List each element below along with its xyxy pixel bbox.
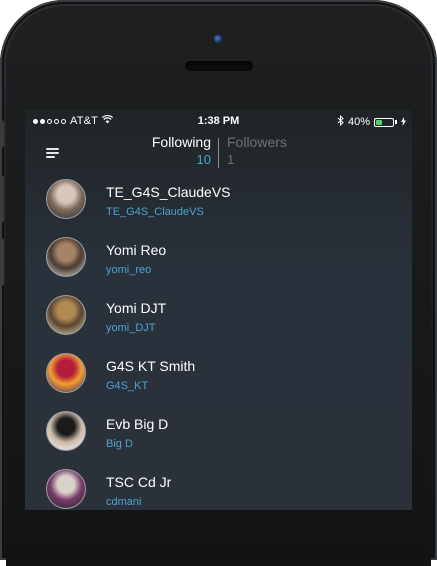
avatar[interactable] [46,179,86,219]
followers-count: 1 [227,152,235,167]
user-name: Evb Big D [106,416,169,432]
user-name: Yomi DJT [106,300,167,316]
user-handle: G4S_KT [106,380,149,392]
tab-followers[interactable]: Followers 1 [227,134,287,167]
volume-down-button [0,238,4,286]
nav-bar: Following 10 Followers 1 [25,132,412,170]
following-count: 10 [196,152,211,167]
avatar[interactable] [46,237,86,277]
list-item[interactable]: G4S KT Smith G4S_KT [25,345,412,403]
status-bar: AT&T 1:38 PM 40% [25,110,412,132]
battery-icon [374,117,394,127]
avatar-image [47,354,85,392]
list-item[interactable]: TE_G4S_ClaudeVS TE_G4S_ClaudeVS [25,171,412,229]
avatar-image [47,296,85,334]
volume-up-button [0,175,4,223]
list-item[interactable]: Yomi Reo yomi_reo [25,229,412,287]
list-item[interactable]: Yomi DJT yomi_DJT [25,287,412,345]
following-list: TE_G4S_ClaudeVS TE_G4S_ClaudeVS Yomi Reo… [25,171,412,510]
avatar-image [47,180,85,218]
user-name: G4S KT Smith [106,358,196,374]
charging-icon [401,116,406,128]
battery-tip [395,120,397,124]
tab-following-label: Following [151,134,211,150]
avatar[interactable] [46,469,86,509]
user-name: TE_G4S_ClaudeVS [106,184,231,200]
bluetooth-icon [337,114,344,129]
mute-switch [0,120,4,148]
hamburger-menu-icon[interactable] [46,148,59,159]
app-screen: AT&T 1:38 PM 40% Following 10 Followers … [25,110,412,510]
user-handle: yomi_reo [106,264,152,276]
phone-frame: AT&T 1:38 PM 40% Following 10 Followers … [0,0,437,566]
avatar[interactable] [46,295,86,335]
front-camera-icon [214,35,222,43]
tab-followers-label: Followers [227,134,287,150]
user-name: Yomi Reo [106,242,167,258]
user-handle: cdmani [106,496,142,508]
list-item[interactable]: TSC Cd Jr cdmani [25,461,412,510]
list-item[interactable]: Evb Big D Big D [25,403,412,461]
avatar[interactable] [46,411,86,451]
avatar[interactable] [46,353,86,393]
user-handle: Big D [106,438,133,450]
user-name: TSC Cd Jr [106,474,172,490]
tab-following[interactable]: Following 10 [152,134,211,167]
avatar-image [47,238,85,276]
user-handle: yomi_DJT [106,322,156,334]
user-handle: TE_G4S_ClaudeVS [106,206,204,218]
avatar-image [47,470,85,508]
battery-percent: 40% [347,116,370,128]
earpiece-speaker [185,61,253,71]
avatar-image [47,412,85,450]
battery-level [376,119,383,125]
status-right: 40% [337,114,406,129]
tab-divider [218,138,219,168]
